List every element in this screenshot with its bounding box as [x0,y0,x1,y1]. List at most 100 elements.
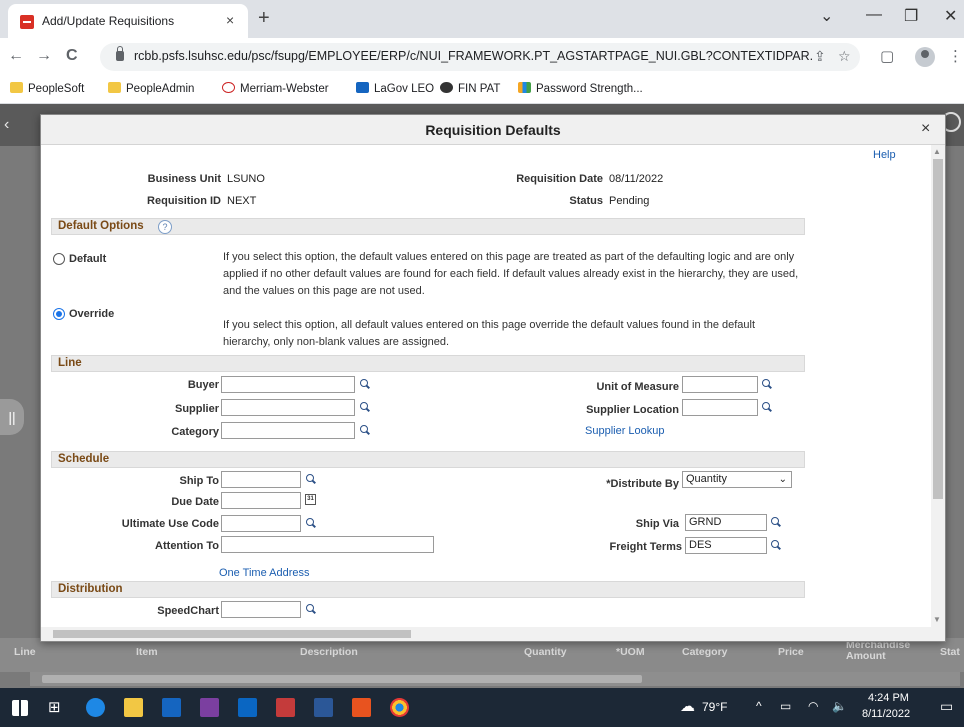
access-icon[interactable] [276,698,295,717]
back-arrow-icon[interactable]: ‹ [4,116,9,134]
close-dialog-icon[interactable]: × [921,120,930,138]
attention-to-input[interactable] [221,536,434,553]
share-icon[interactable]: ⇪ [814,48,826,65]
scroll-down-icon[interactable]: ▼ [933,615,941,624]
calendar-icon[interactable]: 31 [305,494,316,505]
override-radio[interactable] [53,308,65,320]
distribute-by-select[interactable]: Quantity ⌄ [682,471,792,488]
supplier-lookup-link[interactable]: Supplier Lookup [585,425,665,437]
file-explorer-icon[interactable] [124,698,143,717]
windows-taskbar: ⊞ ☁ 79°F ^ ▭ ◠ 🔈 4:24 PM 8/11/2022 ▭ [0,688,964,727]
bookmarks-bar: PeopleSoft PeopleAdmin Merriam-Webster L… [0,76,964,104]
override-radio-label[interactable]: Override [69,308,114,320]
supplier-location-lookup-icon[interactable] [761,401,773,413]
help-icon[interactable]: ? [158,220,172,234]
unit-of-measure-label: Unit of Measure [596,381,679,393]
restore-button[interactable]: ❐ [904,6,918,26]
new-tab-button[interactable]: + [258,7,270,30]
minimize-button[interactable]: — [866,6,882,24]
supplier-input[interactable] [221,399,355,416]
folder-icon [108,82,121,93]
requisition-id-label: Requisition ID [147,195,221,207]
forward-button[interactable]: → [36,47,52,65]
help-link[interactable]: Help [873,149,896,161]
volume-icon[interactable]: 🔈 [832,699,847,713]
buyer-lookup-icon[interactable] [359,378,371,390]
ultimate-use-code-lookup-icon[interactable] [305,517,317,529]
outlook-icon[interactable] [238,698,257,717]
bookmark-password-strength[interactable]: Password Strength... [518,82,643,95]
task-view-icon[interactable]: ⊞ [48,698,61,716]
close-window-button[interactable]: ✕ [944,6,957,26]
ship-via-input[interactable]: GRND [685,514,767,531]
ship-via-lookup-icon[interactable] [770,516,782,528]
section-title: Default Options [58,220,144,232]
one-time-address-link[interactable]: One Time Address [219,567,310,579]
bookmark-peopleadmin[interactable]: PeopleAdmin [108,82,194,95]
category-input[interactable] [221,422,355,439]
profile-avatar[interactable] [915,47,935,67]
clock-date[interactable]: 8/11/2022 [862,708,910,720]
override-option-description: If you select this option, all default v… [223,319,756,348]
column-header: Quantity [524,646,567,658]
back-button[interactable]: ← [8,47,24,65]
scrollbar-thumb[interactable] [42,675,642,683]
bookmark-fin-pat[interactable]: FIN PAT [440,82,500,95]
side-panel-toggle-icon[interactable]: || [0,399,24,435]
weather-temperature[interactable]: 79°F [702,700,727,714]
unit-of-measure-lookup-icon[interactable] [761,378,773,390]
media-player-icon[interactable] [162,698,181,717]
network-icon[interactable]: ▭ [780,699,791,713]
office-icon[interactable] [352,698,371,717]
edge-icon[interactable] [86,698,105,717]
bookmark-peoplesoft[interactable]: PeopleSoft [10,82,84,95]
page-horizontal-scrollbar[interactable] [30,672,960,686]
speedchart-lookup-icon[interactable] [305,603,317,615]
bookmark-merriam-webster[interactable]: Merriam-Webster [222,82,329,95]
scrollbar-thumb[interactable] [53,630,411,638]
unit-of-measure-input[interactable] [682,376,758,393]
tab-close-icon[interactable]: × [226,12,234,28]
scroll-up-icon[interactable]: ▲ [933,147,941,156]
browser-tab[interactable]: Add/Update Requisitions × [8,4,248,38]
folder-icon [10,82,23,93]
windows-start-icon[interactable] [12,700,28,716]
address-bar[interactable]: rcbb.psfs.lsuhsc.edu/psc/fsupg/EMPLOYEE/… [100,43,860,71]
column-header: *UOM [616,646,645,658]
ship-to-input[interactable] [221,471,301,488]
chrome-icon[interactable] [390,698,409,717]
category-lookup-icon[interactable] [359,424,371,436]
tab-search-icon[interactable]: ⌄ [820,6,833,26]
column-header: Merchandise Amount [846,639,911,662]
notifications-icon[interactable]: ▭ [940,698,953,715]
due-date-input[interactable] [221,492,301,509]
bookmark-lagov-leo[interactable]: LaGov LEO [356,82,434,95]
speedchart-input[interactable] [221,601,301,618]
dialog-vertical-scrollbar[interactable]: ▲ ▼ [931,145,945,627]
clock-time[interactable]: 4:24 PM [868,692,909,704]
ship-via-label: Ship Via [635,518,679,530]
ultimate-use-code-input[interactable] [221,515,301,532]
supplier-lookup-icon[interactable] [359,401,371,413]
distribution-section: Distribution [51,581,805,598]
line-section: Line [51,355,805,372]
url-text[interactable]: rcbb.psfs.lsuhsc.edu/psc/fsupg/EMPLOYEE/… [134,49,814,63]
dialog-horizontal-scrollbar[interactable] [41,627,945,641]
freight-terms-lookup-icon[interactable] [770,539,782,551]
scrollbar-thumb[interactable] [933,159,943,499]
speedchart-label: SpeedChart [157,605,219,617]
menu-kebab-icon[interactable]: ⋮ [948,47,963,65]
side-panel-icon[interactable]: ▢ [880,47,894,65]
supplier-location-input[interactable] [682,399,758,416]
default-radio-label[interactable]: Default [69,253,106,265]
freight-terms-input[interactable]: DES [685,537,767,554]
default-radio[interactable] [53,253,65,265]
bookmark-star-icon[interactable]: ☆ [838,48,851,65]
reload-button[interactable]: C [66,47,78,65]
ship-to-lookup-icon[interactable] [305,473,317,485]
wifi-icon[interactable]: ◠ [808,699,818,713]
onenote-icon[interactable] [200,698,219,717]
show-hidden-icons-icon[interactable]: ^ [756,699,762,713]
word-icon[interactable] [314,698,333,717]
buyer-input[interactable] [221,376,355,393]
